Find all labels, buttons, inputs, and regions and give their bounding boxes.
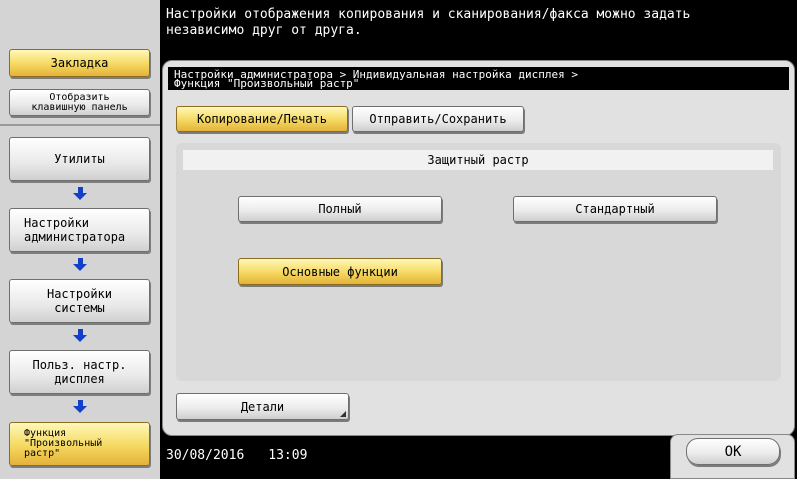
sidebar-step-copy-protection[interactable]: Функция "Произвольный растр" bbox=[9, 422, 150, 466]
option-full-button[interactable]: Полный bbox=[238, 196, 442, 222]
tab-send-save[interactable]: Отправить/Сохранить bbox=[352, 106, 524, 132]
sidebar-step-system-settings[interactable]: Настройки системы bbox=[9, 279, 150, 323]
show-keypad-button[interactable]: Отобразить клавишную панель bbox=[9, 89, 150, 116]
details-button[interactable]: Детали bbox=[176, 393, 349, 420]
status-datetime: 30/08/2016 13:09 bbox=[166, 448, 307, 463]
arrow-down-icon bbox=[73, 329, 87, 343]
status-date: 30/08/2016 bbox=[166, 448, 245, 463]
bookmark-button[interactable]: Закладка bbox=[9, 49, 150, 77]
arrow-down-icon bbox=[73, 187, 87, 201]
arrow-down-icon bbox=[73, 258, 87, 272]
sidebar: Закладка Отобразить клавишную панель Ути… bbox=[0, 0, 160, 479]
tab-copy-print[interactable]: Копирование/Печать bbox=[176, 106, 348, 132]
arrow-down-icon bbox=[73, 400, 87, 414]
sidebar-divider bbox=[0, 124, 160, 126]
breadcrumb: Настройки администратора > Индивидуальна… bbox=[168, 67, 789, 90]
instruction-message: Настройки отображения копирования и скан… bbox=[166, 7, 691, 38]
status-time: 13:09 bbox=[268, 448, 308, 463]
sidebar-step-utilities[interactable]: Утилиты bbox=[9, 137, 150, 181]
option-standard-button[interactable]: Стандартный bbox=[513, 196, 717, 222]
ok-button[interactable]: OK bbox=[686, 438, 780, 465]
sidebar-step-admin-settings[interactable]: Настройки администратора bbox=[9, 208, 150, 252]
section-title: Защитный растр bbox=[183, 150, 773, 170]
sidebar-step-display-settings[interactable]: Польз. настр. дисплея bbox=[9, 350, 150, 394]
option-basic-functions-button[interactable]: Основные функции bbox=[238, 258, 442, 285]
